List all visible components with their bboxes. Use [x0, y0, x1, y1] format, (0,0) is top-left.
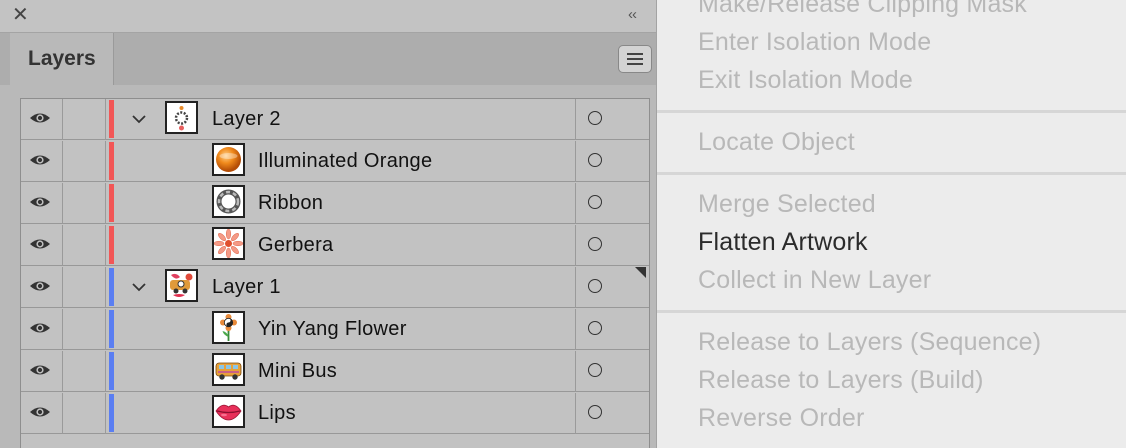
- eye-icon: [30, 113, 50, 123]
- panel-menu-button[interactable]: [618, 45, 652, 73]
- menu-item-flatten-artwork[interactable]: Flatten Artwork: [698, 228, 868, 257]
- eye-icon: [30, 155, 50, 165]
- layer-color-swatch: [109, 226, 114, 264]
- target-circle-icon: [588, 153, 602, 167]
- target-toggle[interactable]: [575, 393, 649, 434]
- mini-bus-thumbnail: [212, 353, 245, 386]
- layer2-thumb-thumbnail: [165, 101, 198, 134]
- eye-icon: [30, 323, 50, 333]
- panel-flyout-menu: Make/Release Clipping Mask Enter Isolatio…: [657, 0, 1126, 448]
- target-toggle[interactable]: [575, 351, 649, 392]
- layers-list: Layer 2 Illuminated Orange Ribbon Gerbera La…: [20, 98, 650, 448]
- eye-icon: [30, 281, 50, 291]
- menu-item-exit-isolation-mode[interactable]: Exit Isolation Mode: [698, 66, 913, 95]
- sublayer-row[interactable]: Ribbon: [21, 183, 649, 224]
- target-circle-icon: [588, 195, 602, 209]
- eye-icon: [30, 407, 50, 417]
- collapse-panel-icon[interactable]: ‹‹: [628, 7, 637, 23]
- menu-separator: [657, 110, 1126, 113]
- visibility-toggle[interactable]: [21, 141, 63, 182]
- target-circle-icon: [588, 237, 602, 251]
- lock-toggle[interactable]: [63, 351, 106, 392]
- sublayer-row[interactable]: Gerbera: [21, 225, 649, 266]
- lock-toggle[interactable]: [63, 267, 106, 308]
- orange-sphere-thumbnail: [212, 143, 245, 176]
- target-toggle[interactable]: [575, 183, 649, 224]
- eye-icon: [30, 365, 50, 375]
- layer1-thumb-thumbnail: [165, 269, 198, 302]
- layer-name[interactable]: Illuminated Orange: [258, 150, 432, 173]
- layer-row[interactable]: Layer 2: [21, 99, 649, 140]
- yinyang-flower-thumbnail: [212, 311, 245, 344]
- close-icon[interactable]: ✕: [12, 4, 29, 26]
- menu-item-release-to-layers-build[interactable]: Release to Layers (Build): [698, 366, 984, 395]
- layer-color-swatch: [109, 142, 114, 180]
- layer-name[interactable]: Layer 2: [212, 108, 281, 131]
- sublayer-row[interactable]: Mini Bus: [21, 351, 649, 392]
- target-toggle[interactable]: [575, 141, 649, 182]
- sublayer-row[interactable]: Yin Yang Flower: [21, 309, 649, 350]
- chevron-down-icon[interactable]: [131, 111, 147, 127]
- target-circle-icon: [588, 279, 602, 293]
- visibility-toggle[interactable]: [21, 183, 63, 224]
- visibility-toggle[interactable]: [21, 99, 63, 140]
- eye-icon: [30, 239, 50, 249]
- menu-separator: [657, 310, 1126, 313]
- menu-item-make-release-clipping-mask[interactable]: Make/Release Clipping Mask: [698, 0, 1027, 19]
- target-toggle[interactable]: [575, 309, 649, 350]
- target-toggle[interactable]: [575, 99, 649, 140]
- panel-titlebar: ✕ ‹‹: [0, 0, 656, 33]
- layer-name[interactable]: Layer 1: [212, 276, 281, 299]
- menu-item-locate-object[interactable]: Locate Object: [698, 128, 855, 157]
- target-circle-icon: [588, 111, 602, 125]
- target-toggle[interactable]: [575, 225, 649, 266]
- layers-panel: ✕ ‹‹ Layers Layer 2 Illuminated Orange Rib…: [0, 0, 657, 448]
- lock-toggle[interactable]: [63, 309, 106, 350]
- sublayer-row[interactable]: Illuminated Orange: [21, 141, 649, 182]
- layer-color-swatch: [109, 184, 114, 222]
- lock-toggle[interactable]: [63, 183, 106, 224]
- gerbera-flower-thumbnail: [212, 227, 245, 260]
- sublayer-row[interactable]: Lips: [21, 393, 649, 434]
- chevron-down-icon[interactable]: [131, 279, 147, 295]
- visibility-toggle[interactable]: [21, 351, 63, 392]
- panel-tab-strip: Layers: [0, 33, 656, 85]
- menu-separator: [657, 172, 1126, 175]
- layer-color-swatch: [109, 352, 114, 390]
- target-circle-icon: [588, 405, 602, 419]
- layer-name[interactable]: Yin Yang Flower: [258, 318, 407, 341]
- eye-icon: [30, 197, 50, 207]
- visibility-toggle[interactable]: [21, 393, 63, 434]
- layer-color-swatch: [109, 100, 114, 138]
- lock-toggle[interactable]: [63, 393, 106, 434]
- tab-layers[interactable]: Layers: [10, 33, 114, 85]
- hamburger-icon: [627, 53, 643, 55]
- layer-name[interactable]: Lips: [258, 402, 296, 425]
- lock-toggle[interactable]: [63, 99, 106, 140]
- layer-color-swatch: [109, 268, 114, 306]
- tab-layers-label: Layers: [28, 47, 96, 70]
- target-circle-icon: [588, 363, 602, 377]
- menu-item-reverse-order[interactable]: Reverse Order: [698, 404, 865, 433]
- visibility-toggle[interactable]: [21, 309, 63, 350]
- layer-row[interactable]: Layer 1: [21, 267, 649, 308]
- menu-item-collect-in-new-layer[interactable]: Collect in New Layer: [698, 266, 931, 295]
- layer-name[interactable]: Ribbon: [258, 192, 323, 215]
- lock-toggle[interactable]: [63, 225, 106, 266]
- visibility-toggle[interactable]: [21, 225, 63, 266]
- selection-indicator: [635, 267, 646, 278]
- menu-item-release-to-layers-sequence[interactable]: Release to Layers (Sequence): [698, 328, 1041, 357]
- menu-item-merge-selected[interactable]: Merge Selected: [698, 190, 876, 219]
- layer-name[interactable]: Mini Bus: [258, 360, 337, 383]
- layer-color-swatch: [109, 310, 114, 348]
- ribbon-ring-thumbnail: [212, 185, 245, 218]
- layer-color-swatch: [109, 394, 114, 432]
- menu-item-enter-isolation-mode[interactable]: Enter Isolation Mode: [698, 28, 931, 57]
- target-circle-icon: [588, 321, 602, 335]
- layer-name[interactable]: Gerbera: [258, 234, 333, 257]
- visibility-toggle[interactable]: [21, 267, 63, 308]
- lips-thumbnail: [212, 395, 245, 428]
- lock-toggle[interactable]: [63, 141, 106, 182]
